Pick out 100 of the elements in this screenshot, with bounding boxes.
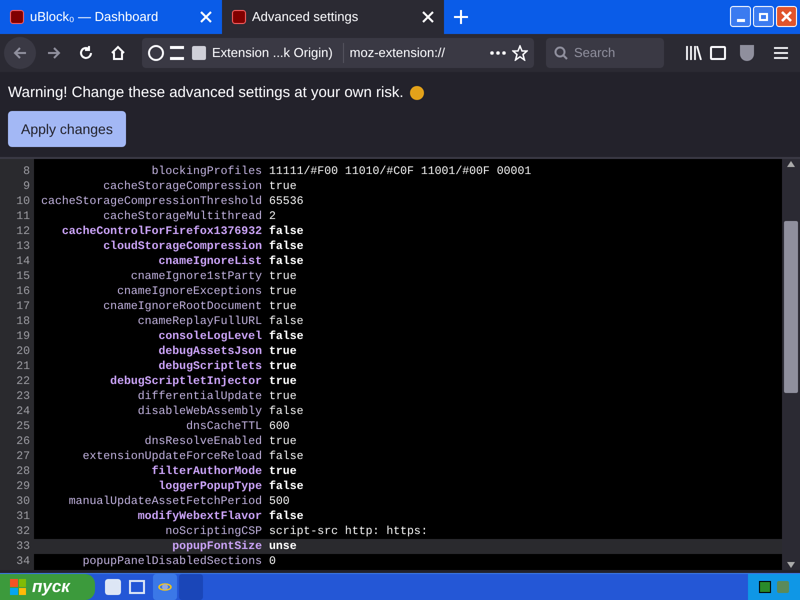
menu-icon[interactable] bbox=[774, 46, 788, 59]
setting-value: 500 bbox=[269, 494, 290, 510]
search-icon bbox=[554, 46, 568, 60]
setting-name: manualUpdateAssetFetchPeriod bbox=[68, 494, 262, 510]
setting-name: cnameIgnoreRootDocument bbox=[102, 299, 262, 314]
setting-value: false bbox=[269, 314, 304, 330]
search-field[interactable]: Search bbox=[546, 38, 664, 68]
line-number: 29 bbox=[15, 479, 31, 494]
setting-value: 65536 bbox=[269, 194, 304, 210]
url-text[interactable]: moz-extension:// bbox=[350, 43, 484, 63]
setting-name: popupFontSize bbox=[171, 539, 262, 554]
setting-name: debugScriptlets bbox=[157, 359, 262, 374]
setting-name: blockingProfiles bbox=[150, 164, 262, 180]
line-number: 26 bbox=[15, 434, 31, 450]
line-number: 21 bbox=[15, 359, 31, 374]
scroll-down-icon[interactable] bbox=[787, 562, 795, 568]
line-number: 14 bbox=[15, 254, 31, 270]
line-number: 19 bbox=[15, 329, 31, 344]
new-tab-icon[interactable] bbox=[454, 10, 468, 24]
minimize-icon[interactable] bbox=[730, 6, 751, 28]
setting-name: popupPanelDisabledSections bbox=[82, 554, 262, 570]
setting-value: script-src http: https: bbox=[269, 524, 428, 540]
line-number: 30 bbox=[15, 494, 31, 510]
setting-name: cloudStorageCompression bbox=[102, 239, 262, 254]
setting-value: false bbox=[269, 329, 304, 344]
warning-text: Warning! Change these advanced settings at your own risk. bbox=[8, 82, 404, 103]
setting-name: debugScriptletInjector bbox=[109, 374, 262, 390]
setting-value: 600 bbox=[269, 419, 290, 434]
close-icon[interactable] bbox=[422, 10, 434, 23]
setting-name: filterAuthorMode bbox=[150, 464, 262, 480]
info-icon[interactable] bbox=[148, 44, 164, 61]
setting-value: 2 bbox=[269, 209, 276, 224]
scroll-up-icon[interactable] bbox=[787, 161, 795, 168]
setting-value: true bbox=[269, 179, 297, 194]
line-number: 9 bbox=[22, 179, 31, 194]
setting-name: cnameIgnore1stParty bbox=[130, 269, 262, 284]
tab-title: uBlock₀ — Dashboard bbox=[30, 8, 160, 26]
line-number: 33 bbox=[15, 539, 31, 554]
scrollbar[interactable] bbox=[782, 159, 800, 570]
line-number: 13 bbox=[15, 239, 31, 254]
setting-name: loggerPopupType bbox=[157, 479, 262, 494]
setting-name: consoleLogLevel bbox=[157, 329, 262, 344]
setting-name: dnsResolveEnabled bbox=[144, 434, 262, 450]
setting-name: cacheStorageCompressionThreshold bbox=[40, 194, 262, 210]
line-number: 22 bbox=[15, 374, 31, 390]
setting-name: disableWebAssembly bbox=[136, 404, 262, 420]
sidebar-icon[interactable] bbox=[710, 46, 726, 60]
line-number: 28 bbox=[15, 464, 31, 480]
windows-logo-icon bbox=[10, 579, 26, 595]
desktop-icon[interactable] bbox=[129, 580, 145, 594]
tab-title: Advanced settings bbox=[252, 8, 360, 26]
back-icon[interactable] bbox=[4, 36, 36, 69]
line-number: 20 bbox=[15, 344, 31, 360]
address-bar[interactable]: Extension ...k Origin) moz-extension:// bbox=[142, 38, 534, 68]
apply-changes-button[interactable]: Apply changes bbox=[8, 111, 126, 148]
setting-name: extensionUpdateForceReload bbox=[82, 449, 262, 464]
setting-value: true bbox=[269, 464, 297, 480]
setting-name: debugAssetsJson bbox=[157, 344, 262, 360]
line-number: 32 bbox=[15, 524, 31, 540]
setting-value: true bbox=[269, 344, 297, 360]
setting-value: false bbox=[269, 254, 304, 270]
permissions-icon[interactable] bbox=[170, 46, 186, 60]
setting-name: differentialUpdate bbox=[136, 389, 262, 404]
line-number: 24 bbox=[15, 404, 31, 420]
setting-value: 11111/#F00 11010/#C0F 11001/#00F 00001 bbox=[269, 164, 532, 180]
setting-value: true bbox=[269, 434, 297, 450]
setting-value: false bbox=[269, 239, 304, 254]
setting-value: false bbox=[269, 404, 304, 420]
bookmark-star-icon[interactable] bbox=[512, 44, 528, 61]
line-number: 17 bbox=[15, 299, 31, 314]
network-icon[interactable] bbox=[759, 581, 771, 593]
line-number: 10 bbox=[15, 194, 31, 210]
setting-name: dnsCacheTTL bbox=[185, 419, 262, 434]
setting-value: false bbox=[269, 509, 304, 524]
line-number: 27 bbox=[15, 449, 31, 464]
setting-name: cnameIgnoreExceptions bbox=[116, 284, 262, 300]
setting-name: cacheStorageMultithread bbox=[102, 209, 262, 224]
setting-value: true bbox=[269, 299, 297, 314]
code-editor[interactable] bbox=[0, 159, 782, 570]
line-number: 16 bbox=[15, 284, 31, 300]
restore-icon[interactable] bbox=[753, 6, 774, 28]
setting-value: true bbox=[269, 374, 297, 390]
setting-value: 0 bbox=[269, 554, 276, 570]
setting-name: cacheStorageCompression bbox=[102, 179, 262, 194]
site-label: Extension ...k Origin) bbox=[212, 43, 344, 63]
library-icon[interactable] bbox=[686, 46, 702, 60]
line-number: 25 bbox=[15, 419, 31, 434]
setting-name: cnameIgnoreList bbox=[157, 254, 262, 270]
setting-value: true bbox=[269, 284, 297, 300]
browser-tab[interactable]: Advanced settings bbox=[222, 0, 444, 34]
scrollbar-thumb[interactable] bbox=[784, 221, 798, 394]
start-button[interactable]: пуск bbox=[0, 574, 95, 600]
setting-value: true bbox=[269, 389, 297, 404]
line-number: 15 bbox=[15, 269, 31, 284]
setting-value: true bbox=[269, 359, 297, 374]
browser-icon[interactable] bbox=[153, 574, 177, 600]
setting-value: false bbox=[269, 449, 304, 464]
info-icon bbox=[410, 86, 424, 100]
more-icon[interactable] bbox=[490, 50, 506, 55]
line-number: 34 bbox=[15, 554, 31, 570]
